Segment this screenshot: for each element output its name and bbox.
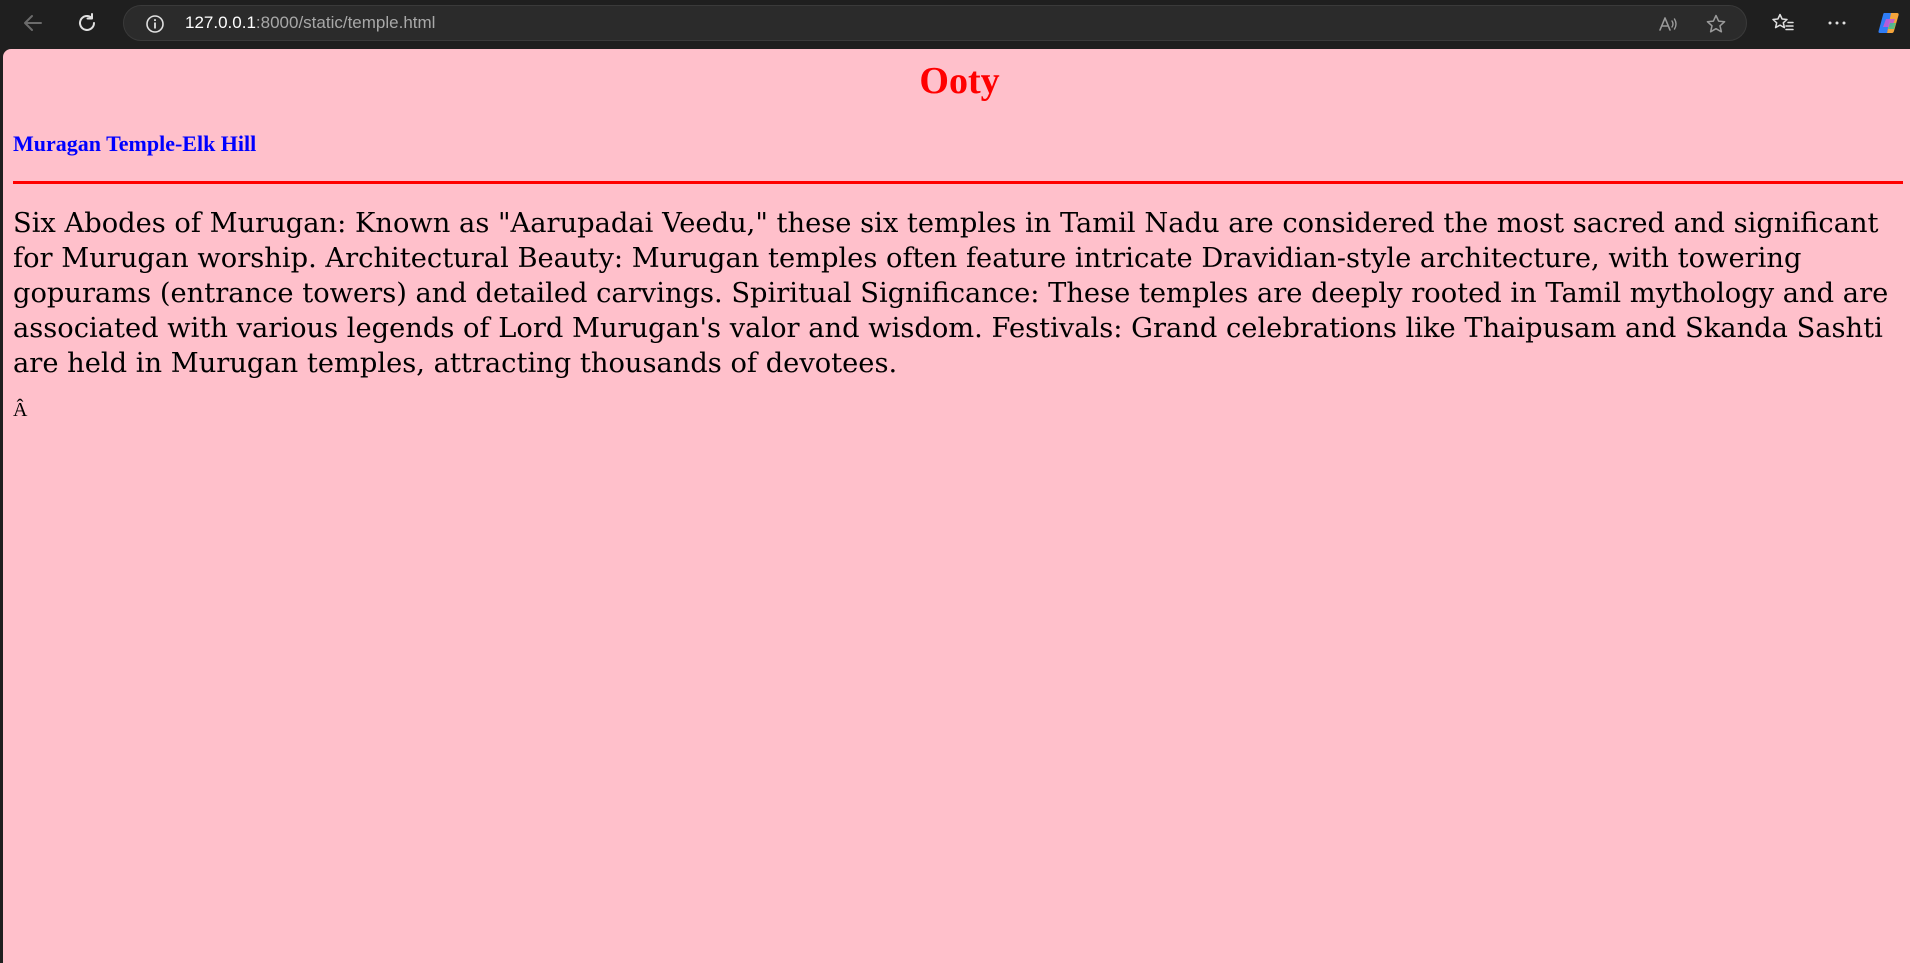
url-path: :8000/static/temple.html	[255, 13, 436, 32]
copilot-button[interactable]	[1871, 6, 1907, 40]
horizontal-rule	[13, 181, 1903, 184]
page-subtitle: Muragan Temple-Elk Hill	[13, 131, 257, 156]
reload-button[interactable]	[69, 6, 105, 40]
more-icon	[1826, 12, 1848, 34]
back-button[interactable]	[15, 6, 51, 40]
page-viewport: Ooty Muragan Temple-Elk Hill Six Abodes …	[3, 49, 1910, 963]
arrow-left-icon	[22, 12, 44, 34]
more-button[interactable]	[1819, 6, 1855, 40]
read-aloud-icon[interactable]	[1656, 12, 1680, 36]
browser-window: 127.0.0.1:8000/static/temple.html Ooty M…	[0, 0, 1910, 963]
copilot-icon	[1876, 10, 1902, 36]
body-paragraph: Six Abodes of Murugan: Known as "Aarupad…	[13, 208, 1889, 379]
browser-toolbar: 127.0.0.1:8000/static/temple.html	[0, 0, 1910, 46]
page-title: Ooty	[919, 60, 1000, 102]
stray-character: Â	[13, 399, 28, 421]
address-bar[interactable]: 127.0.0.1:8000/static/temple.html	[123, 5, 1747, 41]
favorites-button[interactable]	[1765, 6, 1801, 40]
reload-icon	[76, 12, 98, 34]
url-host: 127.0.0.1	[185, 13, 256, 32]
info-icon[interactable]	[145, 14, 165, 34]
url-text[interactable]: 127.0.0.1:8000/static/temple.html	[185, 6, 435, 40]
star-icon[interactable]	[1704, 12, 1728, 36]
favorites-icon	[1771, 12, 1795, 34]
